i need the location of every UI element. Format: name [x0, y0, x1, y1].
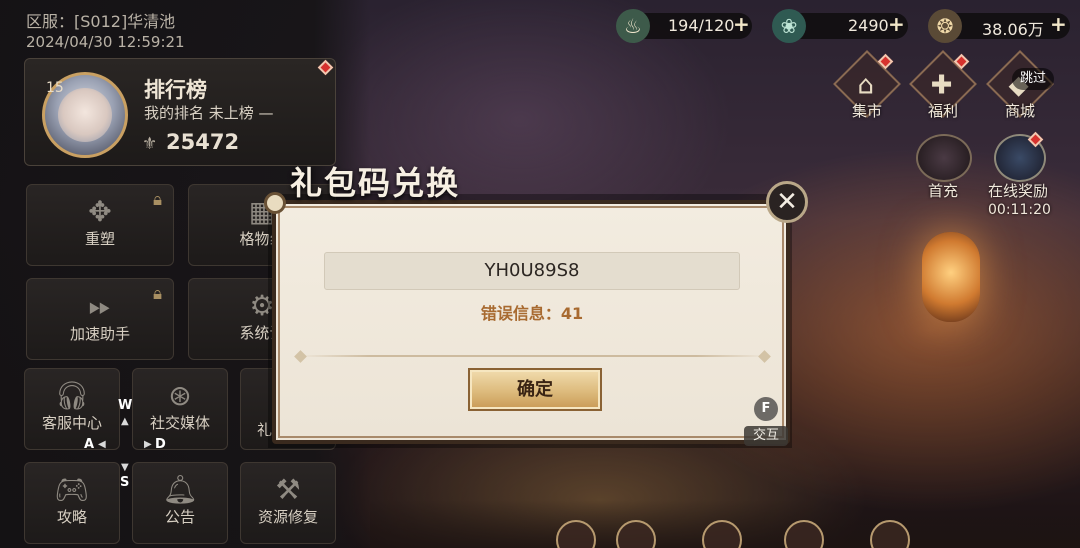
error-message: 错误信息：41 — [480, 304, 584, 323]
stamina-icon: ♨ — [616, 9, 650, 43]
player-level: 15 — [46, 80, 64, 96]
headset-icon: 🎧︎ — [54, 379, 90, 412]
confirm-button[interactable]: 确定 — [468, 368, 602, 411]
corner-ornament-icon — [264, 192, 286, 214]
shop-label: 商城 — [1005, 102, 1036, 120]
coins-value: 38.06万 — [982, 20, 1044, 39]
network-icon: ⊛ — [168, 379, 192, 412]
dialog-title: 礼包码兑换 — [290, 164, 461, 202]
key-s: S — [120, 475, 130, 490]
announcement-button[interactable]: 🔔︎ 公告 — [132, 462, 228, 544]
avatar-portrait — [58, 88, 112, 142]
power-icon: ⚜ — [142, 134, 158, 154]
guide-label: 攻略 — [56, 508, 87, 526]
welfare-label: 福利 — [928, 102, 959, 120]
key-d: D — [155, 437, 166, 452]
dialog-divider — [300, 355, 766, 357]
stamina-add-button[interactable]: + — [733, 12, 750, 36]
customer-service-button[interactable]: 🎧︎ 客服中心 — [24, 368, 120, 450]
fast-forward-icon: ⏩︎ — [88, 289, 112, 322]
gift-code-input[interactable]: YH0U89S8 — [324, 252, 740, 290]
speed-assist-label: 加速助手 — [69, 325, 130, 343]
online-reward-timer: 00:11:20 — [988, 202, 1051, 218]
reshape-button[interactable]: ✥ 重塑 — [26, 184, 174, 266]
f-key-hint: F — [754, 397, 778, 421]
announcement-label: 公告 — [164, 508, 195, 526]
bell-icon: 🔔︎ — [162, 473, 198, 506]
server-label: 区服：[S012]华清池 — [26, 12, 176, 31]
close-icon[interactable]: ✕ — [766, 181, 808, 223]
my-rank-text: 我的排名 未上榜 — — [144, 104, 274, 122]
lock-icon: 🔒︎ — [153, 190, 163, 210]
arrow-left-icon: ◀ — [98, 439, 106, 450]
jade-icon: ❀ — [772, 9, 806, 43]
interact-button[interactable]: 交互 — [744, 426, 788, 446]
repair-label: 资源修复 — [257, 508, 318, 526]
key-w: W — [118, 398, 133, 413]
arrow-right-icon: ▶ — [144, 439, 152, 450]
social-media-button[interactable]: ⊛ 社交媒体 — [132, 368, 228, 450]
leaderboard-title: 排行榜 — [144, 78, 207, 102]
speed-assist-button[interactable]: ⏩︎ 加速助手 — [26, 278, 174, 360]
first-recharge-icon[interactable] — [916, 134, 972, 182]
jade-value: 2490 — [848, 16, 889, 35]
social-media-label: 社交媒体 — [149, 414, 210, 432]
stamina-value: 194/120 — [668, 16, 735, 35]
arrow-down-icon: ▼ — [121, 462, 129, 473]
datetime-label: 2024/04/30 12:59:21 — [26, 33, 185, 51]
reshape-icon: ✥ — [88, 195, 112, 228]
reshape-label: 重塑 — [84, 230, 115, 248]
market-label: 集市 — [852, 102, 883, 120]
jade-add-button[interactable]: + — [888, 12, 905, 36]
lantern-decoration — [922, 232, 980, 322]
wrench-icon: ⚒ — [275, 473, 301, 506]
coin-icon: ❂ — [928, 9, 962, 43]
coins-add-button[interactable]: + — [1050, 12, 1067, 36]
power-value: 25472 — [166, 130, 240, 154]
key-a: A — [84, 437, 95, 452]
arrow-up-icon: ▲ — [121, 416, 129, 427]
guide-button[interactable]: 🎮︎ 攻略 — [24, 462, 120, 544]
skip-button[interactable]: 跳过 — [1012, 68, 1054, 90]
gamepad-icon: 🎮︎ — [54, 473, 90, 506]
repair-button[interactable]: ⚒ 资源修复 — [240, 462, 336, 544]
online-reward-label: 在线奖励 — [988, 182, 1049, 200]
customer-service-label: 客服中心 — [41, 414, 102, 432]
first-recharge-label: 首充 — [928, 182, 959, 200]
lock-icon: 🔒︎ — [153, 284, 163, 304]
